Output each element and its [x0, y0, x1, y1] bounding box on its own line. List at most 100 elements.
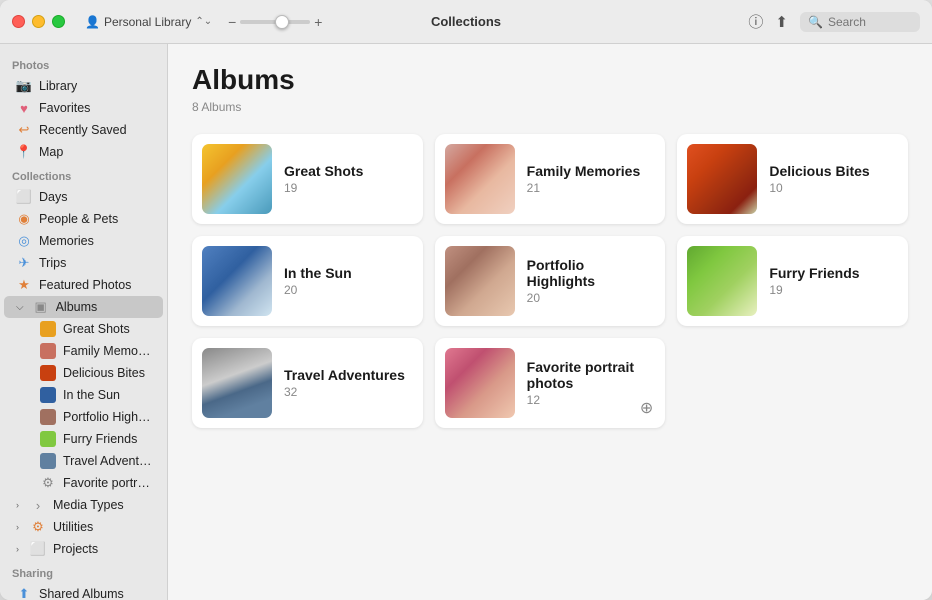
sidebar-item-label: Portfolio Highlights [63, 410, 153, 424]
sidebar-item-people-pets[interactable]: ◉People & Pets [4, 208, 163, 230]
sidebar-item-favorite-portrait[interactable]: ⚙ Favorite portrait photos [4, 472, 163, 494]
favorite-portrait-icon: ⚙ [40, 475, 56, 491]
titlebar-left: 👤 Personal Library ⌃⌄ − + [85, 15, 322, 29]
album-count: 12 [527, 393, 656, 407]
window-title: Collections [431, 14, 501, 29]
shared-albums-icon: ⬆ [16, 586, 32, 600]
albums-grid: Great Shots19 Family Memories21 Delicious … [192, 134, 908, 428]
disclosure-open-arrow: ⌵ [16, 302, 24, 313]
app-window: 👤 Personal Library ⌃⌄ − + Collections ⓘ … [0, 0, 932, 600]
portfolio-highlights-icon [40, 409, 56, 425]
trips-icon: ✈ [16, 255, 32, 271]
sidebar-item-delicious-bites[interactable]: Delicious Bites [4, 362, 163, 384]
album-count: 19 [284, 181, 413, 195]
utilities-icon: ⚙ [30, 519, 46, 535]
sidebar-item-label: Furry Friends [63, 432, 137, 446]
album-card-furry-friends[interactable]: Furry Friends19 [677, 236, 908, 326]
zoom-plus-icon[interactable]: + [314, 15, 322, 29]
library-label: Personal Library [104, 15, 191, 29]
sidebar-item-in-the-sun[interactable]: In the Sun [4, 384, 163, 406]
album-card-travel-adventures[interactable]: Travel Adventures32 [192, 338, 423, 428]
slider-thumb[interactable] [275, 15, 289, 29]
slider-track[interactable] [240, 20, 310, 24]
sidebar-item-library[interactable]: 📷 Library [4, 75, 163, 97]
album-info: Great Shots19 [284, 163, 413, 195]
sidebar-item-media-types[interactable]: ››Media Types [4, 494, 163, 516]
projects-icon: ⬜ [30, 541, 46, 557]
furry-friends-icon [40, 431, 56, 447]
album-count: 8 Albums [192, 100, 908, 114]
info-icon[interactable]: ⓘ [748, 11, 763, 32]
days-icon: ⬜ [16, 189, 32, 205]
sidebar-item-portfolio-highlights[interactable]: Portfolio Highlights [4, 406, 163, 428]
zoom-minus-icon[interactable]: − [228, 15, 236, 29]
minimize-button[interactable] [32, 15, 45, 28]
album-name: Delicious Bites [769, 163, 898, 179]
album-info: Favorite portrait photos 12 [527, 359, 656, 407]
sidebar-item-label: Favorite portrait photos [63, 476, 153, 490]
album-count: 20 [284, 283, 413, 297]
album-name: Furry Friends [769, 265, 898, 281]
sidebar-item-shared-albums[interactable]: ⬆ Shared Albums [4, 583, 163, 600]
album-info: Family Memories21 [527, 163, 656, 195]
album-card-favorite-portrait[interactable]: Favorite portrait photos 12⊕ [435, 338, 666, 428]
search-input[interactable] [828, 15, 918, 29]
sidebar-item-projects[interactable]: ›⬜Projects [4, 538, 163, 560]
album-options-icon[interactable]: ⊕ [640, 398, 653, 418]
share-icon[interactable]: ⬆ [775, 13, 788, 31]
sidebar-item-favorites[interactable]: ♥Favorites [4, 97, 163, 119]
sidebar-item-label: Utilities [53, 520, 93, 534]
memories-icon: ◎ [16, 233, 32, 249]
map-icon: 📍 [16, 144, 32, 160]
close-button[interactable] [12, 15, 25, 28]
sidebar-item-label: Albums [56, 300, 98, 314]
sidebar-item-label: Memories [39, 234, 94, 248]
person-icon: 👤 [85, 15, 100, 29]
sidebar-item-recently-saved[interactable]: ↩Recently Saved [4, 119, 163, 141]
album-info: Travel Adventures32 [284, 367, 413, 399]
sidebar-item-label: Trips [39, 256, 66, 270]
sidebar-item-memories[interactable]: ◎ Memories [4, 230, 163, 252]
sidebar-item-trips[interactable]: ✈ Trips [4, 252, 163, 274]
album-name: Portfolio Highlights [527, 257, 656, 289]
sidebar-item-label: Great Shots [63, 322, 130, 336]
disclosure-arrow: › [16, 500, 19, 510]
album-name: Favorite portrait photos [527, 359, 656, 391]
sidebar-item-travel-adventures[interactable]: Travel Adventures [4, 450, 163, 472]
window-buttons [12, 15, 65, 28]
album-card-great-shots[interactable]: Great Shots19 [192, 134, 423, 224]
sidebar-item-days[interactable]: ⬜Days [4, 186, 163, 208]
family-memories-icon [40, 343, 56, 359]
album-count: 32 [284, 385, 413, 399]
album-thumb-family-memories [445, 144, 515, 214]
sidebar-section-label: Collections [0, 163, 167, 186]
sidebar-item-family-memories[interactable]: Family Memories [4, 340, 163, 362]
sidebar-item-great-shots[interactable]: Great Shots [4, 318, 163, 340]
library-selector[interactable]: 👤 Personal Library ⌃⌄ [85, 15, 212, 29]
sidebar-item-label: Shared Albums [39, 587, 124, 600]
sidebar-item-map[interactable]: 📍Map [4, 141, 163, 163]
chevron-icon: ⌃⌄ [195, 16, 212, 27]
album-info: In the Sun20 [284, 265, 413, 297]
album-card-family-memories[interactable]: Family Memories21 [435, 134, 666, 224]
album-card-delicious-bites[interactable]: Delicious Bites10 [677, 134, 908, 224]
library-icon: 📷 [16, 78, 32, 94]
sidebar-item-utilities[interactable]: ›⚙Utilities [4, 516, 163, 538]
album-thumb-favorite-portrait [445, 348, 515, 418]
sidebar-item-label: Family Memories [63, 344, 153, 358]
sidebar-item-label: People & Pets [39, 212, 118, 226]
album-card-in-the-sun[interactable]: In the Sun20 [192, 236, 423, 326]
album-thumb-furry-friends [687, 246, 757, 316]
album-count: 21 [527, 181, 656, 195]
zoom-slider[interactable]: − + [228, 15, 322, 29]
sidebar-item-featured-photos[interactable]: ★Featured Photos [4, 274, 163, 296]
sidebar-item-furry-friends[interactable]: Furry Friends [4, 428, 163, 450]
sidebar-item-label: Library [39, 79, 77, 93]
app-body: Photos📷Library♥Favorites↩Recently Saved📍… [0, 44, 932, 600]
album-card-portfolio-highlights[interactable]: Portfolio Highlights20 [435, 236, 666, 326]
sidebar-item-albums[interactable]: ⌵▣Albums [4, 296, 163, 318]
great-shots-icon [40, 321, 56, 337]
search-box[interactable]: 🔍 [800, 12, 920, 32]
title-text: Collections [431, 14, 501, 29]
maximize-button[interactable] [52, 15, 65, 28]
